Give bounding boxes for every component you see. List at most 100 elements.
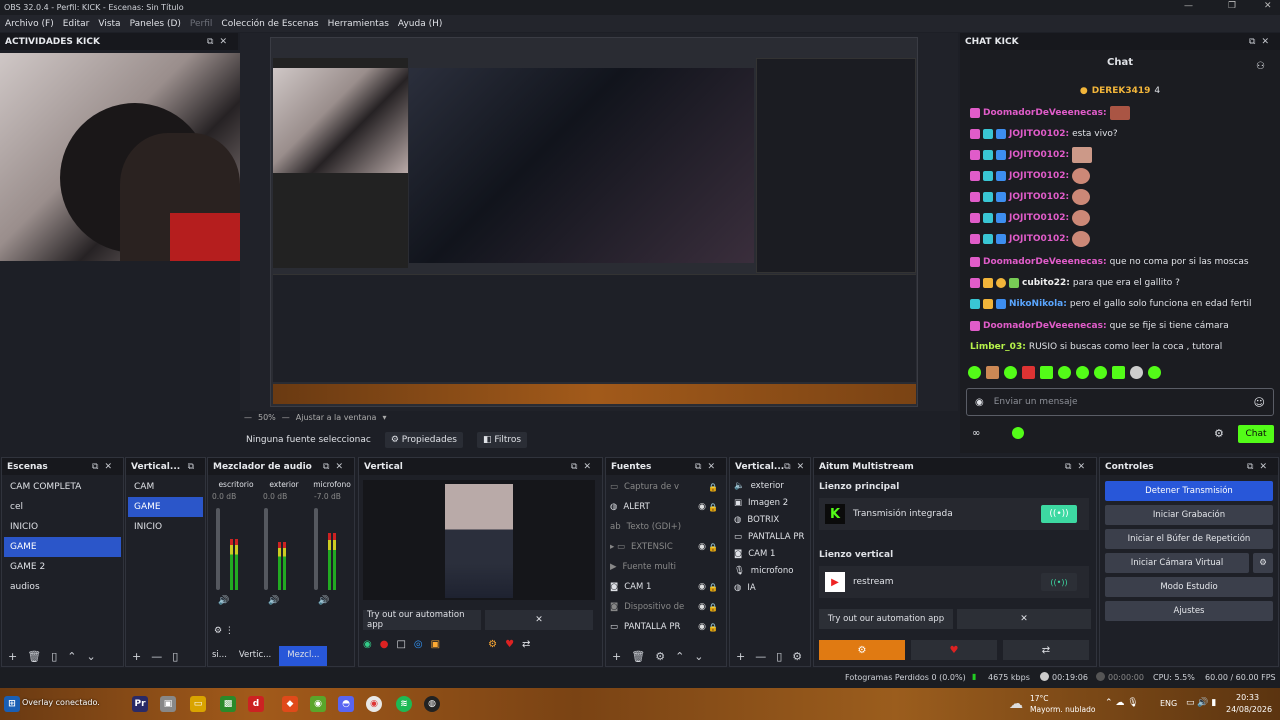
automation-banner[interactable]: Try out our automation app: [363, 610, 481, 630]
chrome-icon[interactable]: ◉: [366, 696, 382, 712]
dock-controls[interactable]: ⧉✕: [207, 37, 233, 47]
source-item[interactable]: ab Texto (GDI+): [606, 517, 726, 537]
connection-icon[interactable]: ∞: [972, 428, 980, 439]
users-icon[interactable]: ⚇: [1256, 61, 1265, 72]
properties-button[interactable]: ⚙ Propiedades: [384, 432, 463, 448]
emote-icon[interactable]: [1076, 366, 1089, 379]
menu-archivo[interactable]: Archivo (F): [5, 19, 54, 29]
brave-icon[interactable]: ◆: [282, 696, 298, 712]
zoom-minus[interactable]: —: [244, 413, 252, 425]
lock-icon[interactable]: 🔒: [708, 603, 718, 612]
settings-icon[interactable]: ⚙: [1214, 427, 1224, 440]
dock-controls[interactable]: ⧉✕: [1065, 462, 1091, 472]
lock-icon[interactable]: 🔒: [708, 483, 718, 492]
menu-herramientas[interactable]: Herramientas: [328, 19, 389, 29]
discord-icon[interactable]: ◓: [338, 696, 354, 712]
up-icon[interactable]: ⌃: [67, 650, 76, 663]
preview-area[interactable]: — 50% — Ajustar a la ventana ▾: [240, 33, 958, 422]
vertical-source-item[interactable]: ◙ CAM 1: [730, 545, 810, 562]
start-icon[interactable]: ⊞: [4, 696, 20, 712]
menu-editar[interactable]: Editar: [63, 19, 90, 29]
chat-user[interactable]: JOJITO0102:: [1009, 171, 1069, 181]
source-item[interactable]: ▸ ▭ EXTENSIC ◉ 🔒: [606, 537, 726, 557]
chat-input[interactable]: ◉ Enviar un mensaje ☺: [966, 388, 1274, 416]
source-item[interactable]: ▭ Captura de v 🔒: [606, 477, 726, 497]
eye-icon[interactable]: ◉: [698, 582, 706, 592]
source-item[interactable]: ▭ PANTALLA PR ◉ 🔒: [606, 617, 726, 637]
settings-button[interactable]: Ajustes: [1105, 601, 1273, 621]
dock-controls[interactable]: ⧉✕: [1249, 37, 1275, 47]
scene-item[interactable]: cel: [4, 497, 121, 517]
dock-controls[interactable]: ⧉✕: [1247, 462, 1273, 472]
chat-send-button[interactable]: Chat: [1238, 425, 1274, 443]
lock-icon[interactable]: 🔒: [708, 503, 718, 512]
lock-icon[interactable]: 🔒: [708, 543, 718, 552]
chat-user[interactable]: NikoNikola:: [1009, 299, 1067, 309]
maximize-icon[interactable]: ❐: [1228, 1, 1236, 11]
menu-perfil[interactable]: Perfil: [190, 19, 213, 29]
emote-icon[interactable]: [986, 366, 999, 379]
chat-user[interactable]: Limber_03:: [970, 342, 1026, 352]
emote-icon[interactable]: [1148, 366, 1161, 379]
close-icon[interactable]: ✕: [957, 609, 1091, 629]
trash-icon[interactable]: 🗑: [27, 650, 41, 663]
volume-fader[interactable]: [264, 508, 268, 590]
scene-item[interactable]: INICIO: [4, 517, 121, 537]
remove-icon[interactable]: —: [755, 650, 766, 663]
down-icon[interactable]: ⌄: [86, 650, 95, 663]
chat-user[interactable]: DoomadorDeVeeenecas:: [983, 321, 1107, 331]
restream-toggle[interactable]: ((•)): [1041, 573, 1077, 591]
dock-controls[interactable]: ⧉✕: [92, 462, 118, 472]
close-icon[interactable]: ✕: [1264, 1, 1272, 11]
tab-vertical[interactable]: Vertic...: [231, 646, 279, 666]
source-item[interactable]: ◍ ALERT ◉ 🔒: [606, 497, 726, 517]
emote-icon[interactable]: [1112, 366, 1125, 379]
dock-controls[interactable]: ⧉✕: [571, 462, 597, 472]
stream-active-toggle[interactable]: ((•)): [1041, 505, 1077, 523]
chevron-down-icon[interactable]: ▾: [382, 413, 386, 425]
chat-user[interactable]: DoomadorDeVeeenecas:: [983, 108, 1107, 118]
vertical-source-item[interactable]: 🔈 exterior: [730, 477, 810, 494]
tab-mezclador[interactable]: Mezcl...: [279, 646, 328, 666]
minimize-icon[interactable]: —: [1184, 1, 1193, 11]
stop-streaming-button[interactable]: Detener Transmisión: [1105, 481, 1273, 501]
scene-item-selected[interactable]: GAME: [4, 537, 121, 557]
store-icon[interactable]: ▣: [160, 696, 176, 712]
menu-coleccion[interactable]: Colección de Escenas: [221, 19, 318, 29]
up-icon[interactable]: ⌃: [675, 650, 684, 663]
scene-item[interactable]: GAME 2: [4, 557, 121, 577]
stream-icon[interactable]: ◉: [363, 639, 372, 650]
volume-icon[interactable]: 🔊: [318, 596, 329, 606]
emote-icon[interactable]: [1058, 366, 1071, 379]
chat-user[interactable]: DoomadorDeVeeenecas:: [983, 257, 1107, 267]
menu-paneles[interactable]: Paneles (D): [130, 19, 181, 29]
gear-icon[interactable]: ⚙: [655, 650, 665, 663]
add-icon[interactable]: +: [612, 650, 621, 663]
chat-user[interactable]: cubito22:: [1022, 278, 1070, 288]
chat-user[interactable]: JOJITO0102:: [1009, 234, 1069, 244]
close-icon[interactable]: ✕: [485, 610, 593, 630]
source-item[interactable]: ◙ CAM 1 ◉ 🔒: [606, 577, 726, 597]
premiere-icon[interactable]: Pr: [132, 696, 148, 712]
emoji-icon[interactable]: ☺: [1254, 396, 1265, 409]
app-icon[interactable]: ◉: [310, 696, 326, 712]
emote-icon[interactable]: [1130, 366, 1143, 379]
eye-icon[interactable]: ◉: [698, 622, 706, 632]
vertical-scene-item[interactable]: INICIO: [128, 517, 203, 537]
chat-user[interactable]: JOJITO0102:: [1009, 150, 1069, 160]
link-button[interactable]: ⇄: [1003, 640, 1089, 660]
down-icon[interactable]: ⌄: [694, 650, 703, 663]
filter-icon[interactable]: ▯: [172, 650, 178, 663]
chat-user[interactable]: JOJITO0102:: [1009, 129, 1069, 139]
emote-icon[interactable]: [1094, 366, 1107, 379]
dock-controls[interactable]: ⧉: [188, 462, 200, 472]
add-icon[interactable]: +: [132, 650, 141, 663]
vertical-scene-item-selected[interactable]: GAME: [128, 497, 203, 517]
source-item[interactable]: ▶ Fuente multi: [606, 557, 726, 577]
automation-banner[interactable]: Try out our automation app: [819, 609, 953, 629]
stop-icon[interactable]: □: [396, 639, 405, 650]
add-icon[interactable]: +: [736, 650, 745, 663]
app-icon[interactable]: d: [248, 696, 264, 712]
chat-user[interactable]: JOJITO0102:: [1009, 192, 1069, 202]
spotify-icon[interactable]: ≋: [396, 696, 412, 712]
